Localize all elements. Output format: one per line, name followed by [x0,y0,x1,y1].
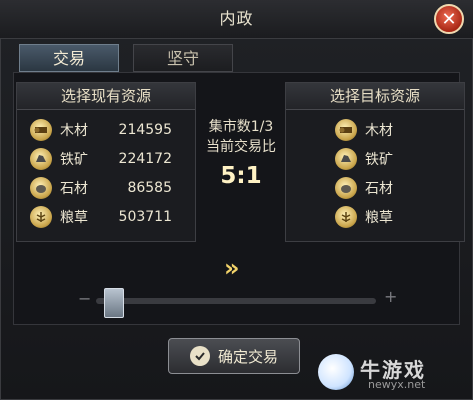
stone-icon [335,177,357,199]
wood-icon [30,119,52,141]
resource-name: 石材 [60,181,88,197]
ratio-label: 当前交易比 [206,139,276,155]
amount-slider-handle[interactable] [103,288,124,318]
resource-value: 224172 [118,151,172,167]
resource-name: 木材 [365,123,393,139]
tab-defend[interactable]: 坚守 [133,44,233,72]
owned-resources-header: 选择现有资源 [17,83,195,110]
watermark-url: newyx.net [368,378,426,391]
market-count: 集市数1/3 [208,119,274,135]
resource-name: 粮草 [60,210,88,226]
site-watermark: 牛游戏 newyx.net [316,352,466,396]
stone-icon [30,177,52,199]
grain-icon [30,206,52,228]
window-title: 内政 [219,9,254,28]
owned-resource-row-iron[interactable]: 铁矿 224172 [30,147,172,171]
resource-value: 214595 [118,122,172,138]
close-icon: ✕ [441,8,457,30]
target-resource-row-stone[interactable]: 石材 [335,176,405,200]
resource-name: 铁矿 [60,152,88,168]
wood-icon [335,119,357,141]
owned-resource-row-stone[interactable]: 石材 86585 [30,176,172,200]
resource-name: 石材 [365,181,393,197]
slider-plus[interactable]: + [384,287,397,306]
close-button[interactable]: ✕ [434,4,464,34]
iron-ore-icon [335,148,357,170]
owned-resource-row-grain[interactable]: 粮草 503711 [30,205,172,229]
resource-name: 铁矿 [365,152,393,168]
tab-trade[interactable]: 交易 [19,44,119,72]
resource-value: 86585 [127,180,172,196]
confirm-trade-button[interactable]: 确定交易 [168,338,300,374]
resource-name: 粮草 [365,210,393,226]
check-icon [189,346,210,366]
amount-slider-track[interactable] [96,298,376,304]
iron-ore-icon [30,148,52,170]
trade-ratio: 5:1 [220,163,262,189]
owned-resource-row-wood[interactable]: 木材 214595 [30,118,172,142]
market-info: 集市数1/3 当前交易比 5:1 [197,117,285,189]
resource-name: 木材 [60,123,88,139]
target-resource-row-grain[interactable]: 粮草 [335,205,405,229]
confirm-trade-label: 确定交易 [217,347,278,366]
target-resources-header: 选择目标资源 [286,83,464,110]
target-resource-row-iron[interactable]: 铁矿 [335,147,405,171]
grain-icon [335,206,357,228]
double-arrow-icon: » [224,254,239,282]
target-resource-row-wood[interactable]: 木材 [335,118,405,142]
resource-value: 503711 [118,209,172,225]
slider-minus[interactable]: − [78,289,91,308]
watermark-logo-icon [318,354,354,390]
